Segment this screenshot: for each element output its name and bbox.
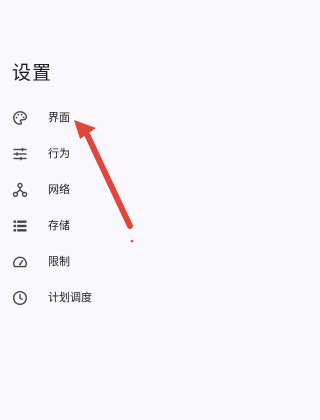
menu-item-label: 行为 [48, 147, 70, 160]
menu-item-label: 存储 [48, 219, 70, 232]
menu-item-label: 限制 [48, 255, 70, 268]
menu-item-network[interactable]: 网络 [0, 172, 296, 208]
menu-item-storage[interactable]: 存储 [0, 208, 296, 244]
menu-item-label: 网络 [48, 183, 70, 196]
page-title: 设置 [12, 62, 53, 84]
menu-item-limits[interactable]: 限制 [0, 244, 296, 280]
menu-item-behavior[interactable]: 行为 [0, 136, 296, 172]
storage-list-icon [12, 218, 28, 234]
network-nodes-icon [12, 182, 28, 198]
menu-item-label: 界面 [48, 111, 70, 124]
palette-icon [12, 110, 28, 126]
menu-item-schedule[interactable]: 计划调度 [0, 280, 296, 316]
menu-item-interface[interactable]: 界面 [0, 100, 296, 136]
tune-sliders-icon [12, 146, 28, 162]
clock-icon [12, 290, 28, 306]
speedometer-icon [12, 254, 28, 270]
menu-item-label: 计划调度 [48, 291, 92, 304]
